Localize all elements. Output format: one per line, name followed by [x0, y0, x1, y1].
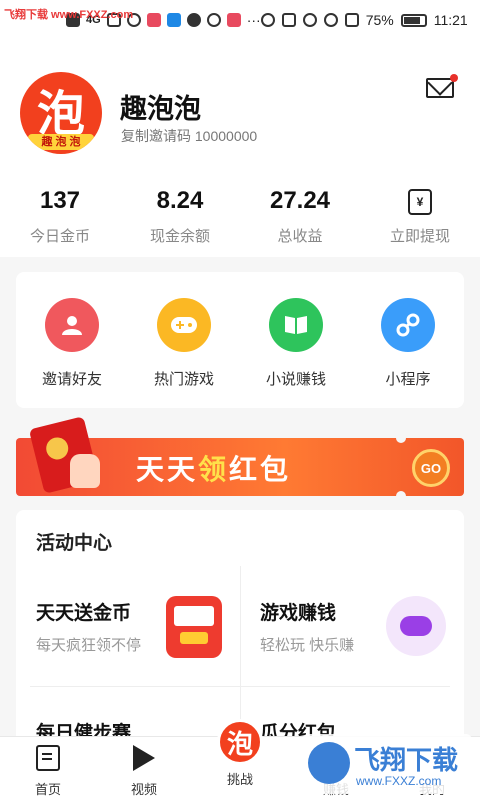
- eye-icon: [260, 13, 275, 27]
- slot-machine-icon: [166, 596, 222, 658]
- shortcut-hot-games[interactable]: 热门游戏: [128, 272, 240, 408]
- notification-icon: [186, 13, 201, 27]
- book-icon: [269, 298, 323, 352]
- activity-item-subtitle: 每天疯狂领不停: [36, 637, 142, 654]
- stat-label: 现金余额: [149, 228, 210, 245]
- tab-label: 首页: [34, 782, 61, 797]
- nfc-icon: [281, 13, 296, 27]
- shortcuts-card: 邀请好友 热门游戏 小说赚钱 小程序: [16, 272, 464, 408]
- tab-label: 挑战: [226, 772, 253, 787]
- stat-label: 总收益: [277, 228, 323, 245]
- hand-icon: [70, 454, 100, 488]
- invite-label: 复制邀请码: [121, 128, 191, 144]
- stat-value: 27.24: [269, 187, 331, 214]
- withdraw-button[interactable]: ¥ 立即提现: [360, 165, 480, 257]
- ticket-notch-bottom: [396, 491, 406, 501]
- wallet-icon: ¥: [408, 189, 432, 215]
- browser-icon: [206, 13, 221, 27]
- activity-title: 活动中心: [36, 533, 113, 554]
- stat-value: 137: [39, 187, 81, 214]
- banner-text-part2: 红包: [229, 454, 292, 485]
- activity-item-subtitle: 轻松玩 快乐赚: [260, 637, 355, 654]
- tab-label: 视频: [130, 782, 157, 797]
- gamepad-icon: [157, 298, 211, 352]
- status-right: 75% 11:21: [260, 12, 468, 28]
- activity-item-title: 天天送金币: [36, 603, 132, 624]
- play-icon: [133, 745, 155, 771]
- invite-code-row[interactable]: 复制邀请码 10000000: [121, 126, 257, 146]
- avatar-strip: 趣 泡 泡: [28, 134, 94, 150]
- gamepad-icon: [386, 596, 446, 656]
- stat-total-earnings[interactable]: 27.24 总收益: [240, 165, 360, 257]
- avatar[interactable]: 泡 趣 泡 泡: [20, 72, 102, 154]
- shortcut-label: 小说赚钱: [265, 371, 326, 388]
- stats-row: 137 今日金币 8.24 现金余额 27.24 总收益 ¥ 立即提现: [0, 165, 480, 257]
- user-name: 趣泡泡: [120, 94, 201, 124]
- clock: 11:21: [433, 12, 468, 28]
- shortcut-novel-earn[interactable]: 小说赚钱: [240, 272, 352, 408]
- stat-today-coins[interactable]: 137 今日金币: [0, 165, 120, 257]
- app-icon: [226, 13, 241, 27]
- watermark-small: www.FXXZ.com: [356, 774, 442, 788]
- moon-icon: [323, 13, 338, 27]
- shortcut-invite-friends[interactable]: 邀请好友: [16, 272, 128, 408]
- go-button[interactable]: GO: [412, 449, 450, 487]
- challenge-icon: 泡: [217, 719, 263, 765]
- stat-label: 今日金币: [29, 228, 90, 245]
- tab-video[interactable]: 视频: [96, 737, 192, 800]
- battery-icon: [400, 13, 427, 27]
- link-icon: [381, 298, 435, 352]
- watermark-top: 飞翔下载 www.FXXZ.com: [4, 9, 134, 21]
- shortcut-label: 小程序: [385, 371, 431, 388]
- unread-dot: [450, 74, 458, 82]
- user-icon: [45, 298, 99, 352]
- more-icon: ···: [246, 12, 261, 28]
- mute-icon: [344, 13, 359, 27]
- activity-daily-coins[interactable]: 天天送金币 每天疯狂领不停: [16, 566, 240, 686]
- alarm-icon: [302, 13, 317, 27]
- shortcut-label: 邀请好友: [41, 371, 102, 388]
- red-packet-banner[interactable]: 天天领红包 GO: [16, 416, 464, 501]
- banner-text: 天天领红包: [136, 448, 291, 488]
- banner-text-part1: 天天: [136, 454, 199, 485]
- invite-code: 10000000: [194, 128, 258, 144]
- profile-header: 泡 趣 泡 泡 趣泡泡 复制邀请码 10000000: [0, 40, 480, 165]
- app-notification-icon: [146, 13, 161, 27]
- activity-game-earn[interactable]: 游戏赚钱 轻松玩 快乐赚: [240, 566, 464, 686]
- watermark-big: 飞翔下载: [354, 745, 459, 775]
- shortcut-label: 热门游戏: [153, 371, 214, 388]
- tab-home[interactable]: 首页: [0, 737, 96, 800]
- battery-percent: 75%: [365, 12, 394, 28]
- mail-icon[interactable]: [426, 78, 454, 98]
- ticket-notch-top: [396, 433, 406, 443]
- stat-value: 8.24: [156, 187, 204, 214]
- banner-text-highlight: 领: [198, 454, 230, 485]
- stat-label: 立即提现: [389, 228, 450, 245]
- watermark-logo-icon: [308, 742, 350, 784]
- stat-cash-balance[interactable]: 8.24 现金余额: [120, 165, 240, 257]
- home-icon: [36, 745, 60, 771]
- tab-challenge[interactable]: 泡 挑战: [192, 719, 288, 800]
- watermark-bottom: 飞翔下载 www.FXXZ.com: [302, 734, 472, 794]
- shortcut-mini-program[interactable]: 小程序: [352, 272, 464, 408]
- activity-item-title: 游戏赚钱: [260, 603, 337, 624]
- message-icon: [166, 13, 181, 27]
